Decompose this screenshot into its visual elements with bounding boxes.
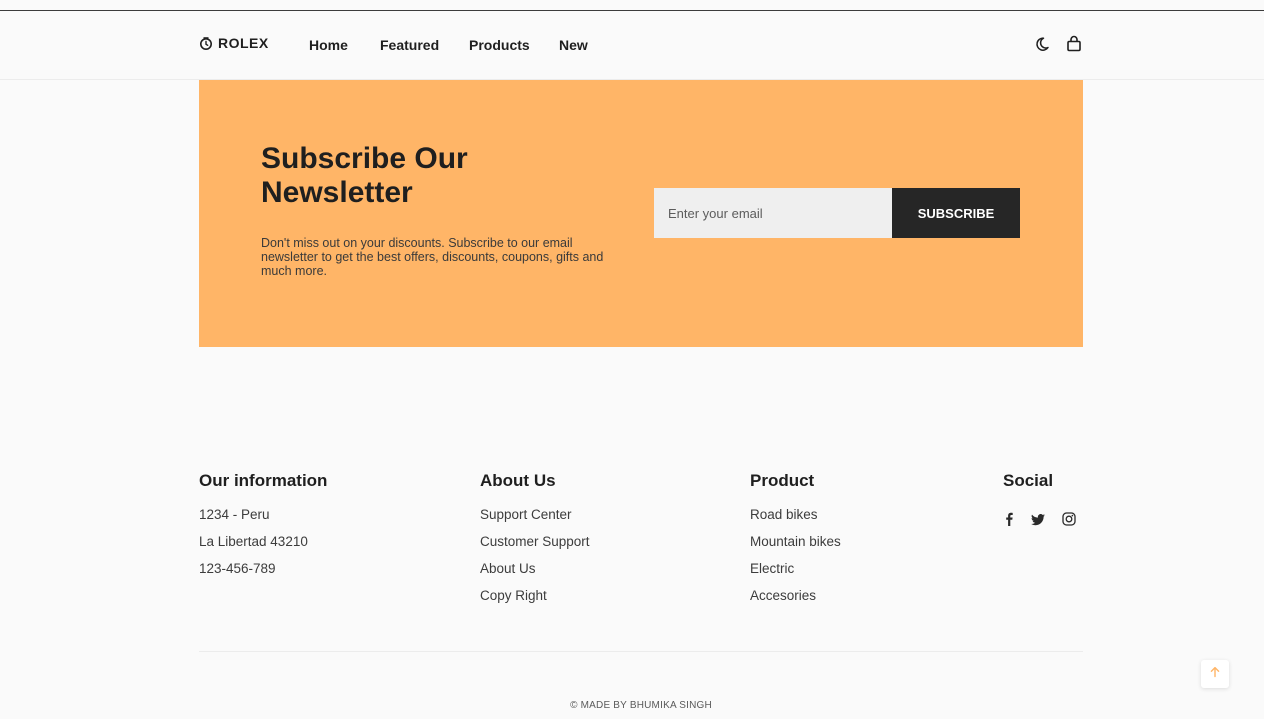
moon-icon[interactable] — [1034, 35, 1050, 58]
social-icons — [1004, 512, 1076, 531]
footer-social-column: Social — [1003, 471, 1053, 507]
city-line: La Libertad 43210 — [199, 534, 308, 549]
footer-link-mountain-bikes[interactable]: Mountain bikes — [750, 534, 841, 561]
brand-name: ROLEX — [218, 35, 269, 51]
footer-about-heading: About Us — [480, 471, 556, 490]
site-header: ROLEX Home Featured Products New — [0, 11, 1264, 80]
footer-link-accesories[interactable]: Accesories — [750, 588, 841, 615]
footer-about-column: About Us Support Center Customer Support… — [480, 471, 590, 615]
footer-divider — [199, 651, 1083, 652]
watch-icon — [199, 35, 213, 51]
footer-link-electric[interactable]: Electric — [750, 561, 841, 588]
footer-product-list: Road bikes Mountain bikes Electric Acces… — [750, 507, 841, 615]
subscribe-button[interactable]: SUBSCRIBE — [892, 188, 1020, 238]
nav-products[interactable]: Products — [469, 37, 530, 53]
footer-info-list: 1234 - Peru La Libertad 43210 123-456-78… — [199, 507, 327, 588]
shopping-bag-icon[interactable] — [1066, 35, 1082, 58]
footer-info-column: Our information 1234 - Peru La Libertad … — [199, 471, 327, 588]
footer-info-heading: Our information — [199, 471, 328, 490]
phone-line: 123-456-789 — [199, 561, 276, 576]
instagram-icon[interactable] — [1062, 512, 1076, 531]
footer-link-about-us[interactable]: About Us — [480, 561, 590, 588]
newsletter-description: Don't miss out on your discounts. Subscr… — [261, 236, 604, 278]
newsletter-section: Subscribe Our Newsletter Don't miss out … — [199, 80, 1083, 347]
brand-logo[interactable]: ROLEX — [199, 35, 269, 51]
nav-new[interactable]: New — [559, 37, 588, 53]
footer-product-heading: Product — [750, 471, 815, 490]
footer-link-customer-support[interactable]: Customer Support — [480, 534, 590, 561]
twitter-icon[interactable] — [1031, 513, 1045, 531]
footer-link-support-center[interactable]: Support Center — [480, 507, 590, 534]
footer-product-column: Product Road bikes Mountain bikes Electr… — [750, 471, 841, 615]
arrow-up-icon — [1209, 665, 1221, 683]
footer-link-road-bikes[interactable]: Road bikes — [750, 507, 841, 534]
nav-home[interactable]: Home — [309, 37, 348, 53]
copyright-text: © MADE BY BHUMIKA SINGH — [570, 700, 712, 711]
footer-link-copy-right[interactable]: Copy Right — [480, 588, 590, 615]
footer-social-heading: Social — [1003, 471, 1054, 490]
scroll-top-button[interactable] — [1201, 660, 1229, 688]
email-input[interactable] — [654, 188, 892, 238]
facebook-icon[interactable] — [1004, 512, 1014, 531]
newsletter-title: Subscribe Our Newsletter — [261, 142, 468, 209]
footer-about-list: Support Center Customer Support About Us… — [480, 507, 590, 615]
nav-featured[interactable]: Featured — [380, 37, 439, 53]
page: ROLEX Home Featured Products New Subscri… — [0, 0, 1264, 719]
address-line: 1234 - Peru — [199, 507, 270, 522]
